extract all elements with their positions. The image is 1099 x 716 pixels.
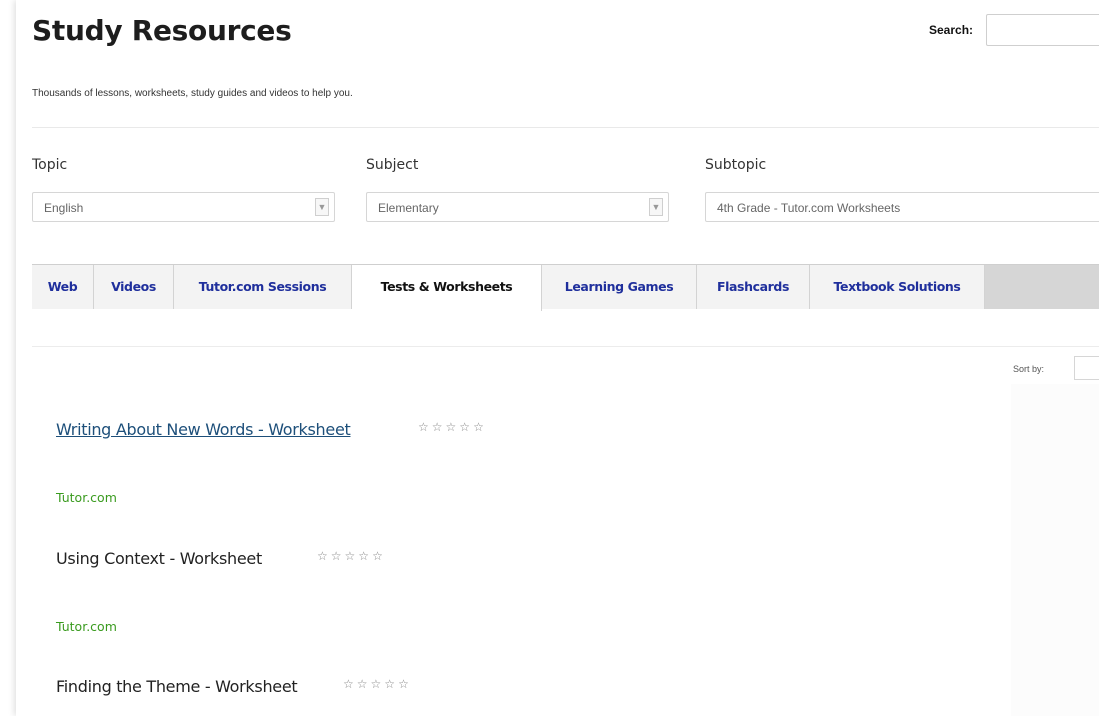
tab-tutor-sessions[interactable]: Tutor.com Sessions xyxy=(174,265,352,309)
right-column xyxy=(1011,384,1099,716)
subject-select-value: Elementary xyxy=(378,201,439,215)
tab-learning-games[interactable]: Learning Games xyxy=(542,265,697,309)
star-outline-icon[interactable]: ☆ xyxy=(384,677,398,691)
subject-label: Subject xyxy=(366,157,419,173)
result-title: Using Context - Worksheet xyxy=(56,549,262,568)
tab-bar: Web Videos Tutor.com Sessions Tests & Wo… xyxy=(32,264,1099,311)
subtopic-select[interactable]: 4th Grade - Tutor.com Worksheets xyxy=(705,192,1099,222)
divider xyxy=(32,127,1099,128)
result-source: Tutor.com xyxy=(56,619,117,634)
tab-videos[interactable]: Videos xyxy=(94,265,174,309)
page-title: Study Resources xyxy=(32,14,292,47)
sort-select[interactable] xyxy=(1074,356,1099,380)
chevron-down-icon: ▼ xyxy=(315,198,329,216)
star-outline-icon[interactable]: ☆ xyxy=(357,677,371,691)
topic-label: Topic xyxy=(32,157,68,173)
tab-tests-worksheets[interactable]: Tests & Worksheets xyxy=(352,265,542,311)
star-rating[interactable]: ☆☆☆☆☆ xyxy=(317,549,386,563)
star-outline-icon[interactable]: ☆ xyxy=(358,549,372,563)
star-outline-icon[interactable]: ☆ xyxy=(345,549,359,563)
tagline: Thousands of lessons, worksheets, study … xyxy=(32,88,353,99)
page-frame: Study Resources Search: Thousands of les… xyxy=(16,0,1099,716)
tab-flashcards[interactable]: Flashcards xyxy=(697,265,810,309)
star-outline-icon[interactable]: ☆ xyxy=(473,420,487,434)
tab-web[interactable]: Web xyxy=(32,265,94,309)
tab-textbook-solutions[interactable]: Textbook Solutions xyxy=(810,265,985,309)
star-outline-icon[interactable]: ☆ xyxy=(459,420,473,434)
result-title: Finding the Theme - Worksheet xyxy=(56,677,298,696)
star-outline-icon[interactable]: ☆ xyxy=(398,677,412,691)
subtopic-select-value: 4th Grade - Tutor.com Worksheets xyxy=(717,201,901,215)
divider xyxy=(32,346,1099,347)
result-title-link[interactable]: Writing About New Words - Worksheet xyxy=(56,420,351,439)
star-outline-icon[interactable]: ☆ xyxy=(317,549,331,563)
star-rating[interactable]: ☆☆☆☆☆ xyxy=(418,420,487,434)
star-outline-icon[interactable]: ☆ xyxy=(343,677,357,691)
sort-label: Sort by: xyxy=(1013,364,1045,374)
chevron-down-icon: ▼ xyxy=(649,198,663,216)
subject-select[interactable]: Elementary ▼ xyxy=(366,192,669,222)
star-rating[interactable]: ☆☆☆☆☆ xyxy=(343,677,412,691)
star-outline-icon[interactable]: ☆ xyxy=(432,420,446,434)
star-outline-icon[interactable]: ☆ xyxy=(446,420,460,434)
star-outline-icon[interactable]: ☆ xyxy=(372,549,386,563)
search-label: Search: xyxy=(929,23,974,37)
topic-select[interactable]: English ▼ xyxy=(32,192,335,222)
search-input[interactable] xyxy=(986,14,1099,46)
topic-select-value: English xyxy=(44,201,84,215)
subtopic-label: Subtopic xyxy=(705,157,767,173)
star-outline-icon[interactable]: ☆ xyxy=(371,677,385,691)
star-outline-icon[interactable]: ☆ xyxy=(331,549,345,563)
star-outline-icon[interactable]: ☆ xyxy=(418,420,432,434)
result-source: Tutor.com xyxy=(56,490,117,505)
